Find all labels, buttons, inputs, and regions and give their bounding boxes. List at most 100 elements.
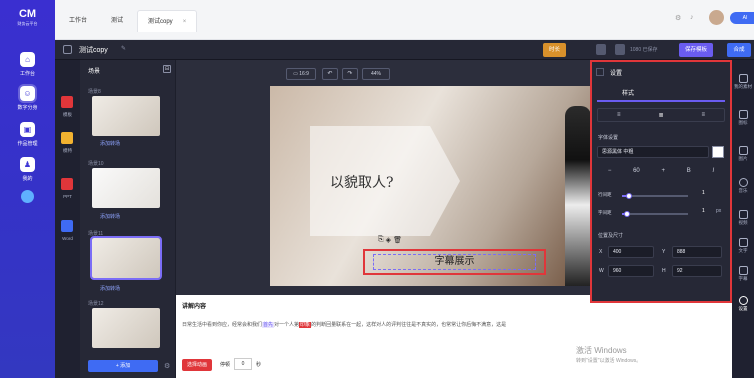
w-input[interactable]: 960 (608, 265, 654, 277)
video-button[interactable]: 视频 (734, 210, 752, 226)
rail-item-works[interactable]: ▣ 作品管理 (0, 122, 55, 147)
collapse-icon[interactable]: ⊟ (163, 65, 171, 73)
font-family-select[interactable]: 思源黑体 中粗 (597, 146, 709, 158)
settings-button[interactable]: 设置 (734, 296, 752, 312)
compose-button[interactable]: 合成 (727, 43, 751, 57)
decrease-icon[interactable]: − (608, 168, 612, 180)
assistant-icon[interactable] (21, 190, 34, 203)
button-label: 合成 (733, 47, 745, 53)
word-icon[interactable] (61, 220, 73, 232)
ppt-icon[interactable] (61, 178, 73, 190)
align-center-icon[interactable]: ≣ (658, 112, 663, 119)
element-actions: ⎘ ◈ 🗑 (378, 236, 402, 246)
slider-knob[interactable] (624, 211, 631, 217)
letter-spacing-slider[interactable] (622, 211, 688, 217)
zoom-select[interactable]: 44% (362, 68, 390, 80)
slide-main-title[interactable]: 以貌取人? (330, 172, 394, 192)
scene-thumbnail-selected[interactable] (90, 236, 162, 280)
rail-label: 视频 (738, 220, 748, 225)
layer-icon[interactable]: ◈ (386, 236, 391, 246)
increase-icon[interactable]: + (662, 168, 666, 180)
tab-test[interactable]: 测试 (101, 10, 133, 32)
tab-test-copy[interactable]: 测试copy × (137, 10, 198, 32)
save-template-button[interactable]: 保存模板 (679, 43, 714, 57)
pause-input[interactable]: 0 (234, 358, 252, 370)
tab-style[interactable]: 样式 (622, 88, 634, 97)
save-icon[interactable] (615, 44, 625, 55)
rail-label: 文字 (738, 248, 748, 253)
avatar-icon: ☺ (20, 86, 35, 101)
add-transition-button[interactable]: 添加转场 (100, 140, 120, 147)
image-library-button[interactable]: 图片 (734, 146, 752, 162)
bold-button[interactable]: B (687, 168, 691, 180)
line-spacing-slider[interactable] (622, 193, 688, 199)
layers-icon[interactable] (596, 44, 606, 55)
bell-icon[interactable]: ♪ (690, 14, 694, 21)
panel-close-icon[interactable] (596, 68, 604, 76)
subtitle-text-box[interactable]: 字幕展示 (373, 254, 536, 270)
undo-icon[interactable]: ↶ (322, 68, 338, 80)
line-spacing-value[interactable]: 1 (702, 190, 705, 196)
scene-label: 场景11 (88, 231, 104, 237)
select-animation-button[interactable]: 选择动画 (182, 359, 212, 371)
font-color-picker[interactable] (712, 146, 724, 158)
grid-menu-icon[interactable] (63, 45, 72, 54)
avatar[interactable] (709, 10, 724, 25)
scene-label: 场景12 (88, 301, 104, 307)
rail-item-digital-avatar[interactable]: ☺ 数字分身 (0, 86, 55, 111)
rail-label: 设置 (738, 306, 748, 311)
font-size-value[interactable]: 60 (633, 168, 640, 180)
rail-item-workbench[interactable]: ⌂ 工作台 (0, 52, 55, 77)
save-status: 1080 已保存 (630, 47, 658, 53)
app-logo[interactable]: CM 财务云平台 (10, 8, 45, 27)
timeline-button[interactable]: 时长 (543, 43, 567, 57)
template-icon[interactable] (61, 96, 73, 108)
narration-tag[interactable]: 印象 (299, 322, 312, 328)
italic-button[interactable]: I (712, 168, 714, 180)
settings-icon[interactable]: ⚙ (675, 14, 681, 22)
align-left-icon[interactable]: ≡ (617, 112, 621, 118)
trash-icon[interactable]: 🗑 (393, 236, 402, 246)
scene-thumbnail[interactable] (92, 96, 160, 136)
narration-tag[interactable]: 首先 (262, 322, 275, 328)
letter-spacing-value[interactable]: 1 (702, 208, 705, 214)
panel-title: 设置 (610, 71, 623, 77)
narration-text[interactable]: 日常生活中看到你应，经常会和我们首先对一个人第印象的判断回量联系在一起，这样对人… (182, 321, 732, 328)
user-badge[interactable]: AI (730, 12, 754, 24)
presenter-avatar[interactable] (565, 106, 590, 286)
music-button[interactable]: 音乐 (734, 178, 752, 194)
x-input[interactable]: 400 (608, 246, 654, 258)
text-button[interactable]: 文字 (734, 238, 752, 254)
ratio-select[interactable]: ▭ 16:9 (286, 68, 316, 80)
add-scene-button[interactable]: + 添加 (88, 360, 158, 372)
editor-rail-label: 模板 (63, 112, 72, 117)
align-right-icon[interactable]: ≡ (701, 112, 705, 118)
close-icon[interactable]: × (183, 19, 187, 25)
y-input[interactable]: 888 (672, 246, 722, 258)
subtitle-icon (738, 266, 748, 275)
rail-label: 字幕 (738, 276, 748, 281)
gear-icon[interactable]: ⚙ (164, 362, 170, 370)
rail-item-mine[interactable]: ♟ 我的 (0, 157, 55, 182)
narration-segment: 对一个人第 (274, 322, 300, 328)
gear-icon (738, 296, 748, 305)
slider-knob[interactable] (625, 193, 632, 199)
stage: ▭ 16:9 ↶ ↷ 44% 以貌取人? ⎘ ◈ 🗑 字幕展示 (176, 60, 590, 295)
h-input[interactable]: 92 (672, 265, 722, 277)
scene-thumbnail[interactable] (92, 168, 160, 208)
my-assets-button[interactable]: 我的素材 (734, 74, 752, 90)
project-name[interactable]: 测试copy (79, 45, 108, 55)
tab-workbench[interactable]: 工作台 (59, 10, 97, 32)
add-transition-button[interactable]: 添加转场 (100, 285, 120, 292)
scene-thumbnail[interactable] (92, 308, 160, 348)
slide-canvas[interactable]: 以貌取人? ⎘ ◈ 🗑 字幕展示 (270, 86, 590, 286)
model-icon[interactable] (61, 132, 73, 144)
copy-icon[interactable]: ⎘ (378, 236, 384, 246)
ratio-label: 16:9 (299, 71, 309, 77)
pencil-icon[interactable]: ✎ (121, 45, 126, 52)
add-transition-button[interactable]: 添加转场 (100, 213, 120, 220)
icon-library-button[interactable]: 图标 (734, 110, 752, 126)
rail-label: 音乐 (738, 188, 748, 193)
subtitle-button[interactable]: 字幕 (734, 266, 752, 282)
redo-icon[interactable]: ↷ (342, 68, 358, 80)
